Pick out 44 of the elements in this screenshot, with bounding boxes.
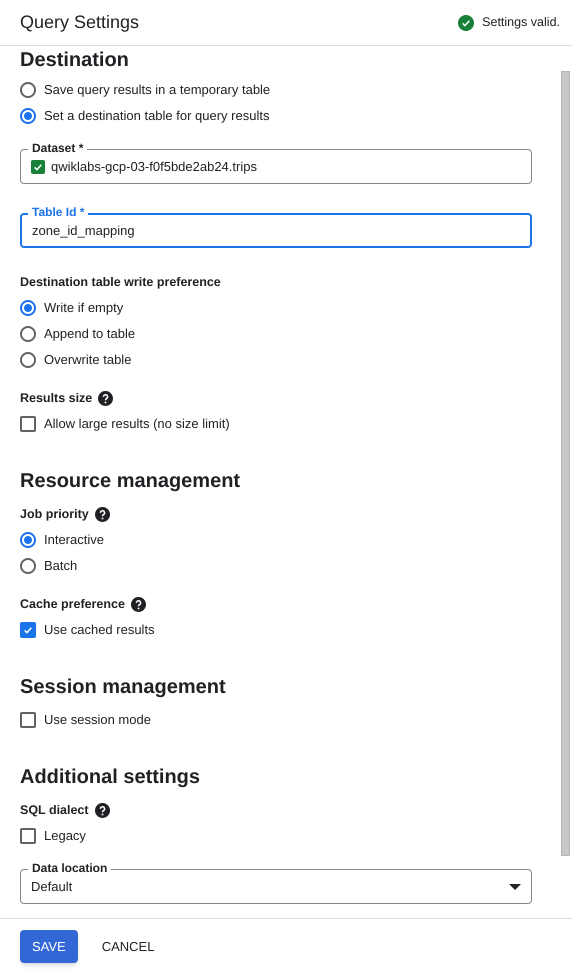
help-icon[interactable] — [130, 596, 146, 612]
group-label: SQL dialect — [20, 802, 89, 819]
dialog-title: Query Settings — [20, 11, 140, 34]
section-heading: Additional settings — [20, 765, 201, 790]
checkbox-option[interactable]: Allow large results (no size limit) — [20, 411, 230, 437]
radio-button[interactable] — [20, 108, 36, 124]
help-icon[interactable] — [94, 802, 110, 818]
radio-option[interactable]: Overwrite table — [20, 347, 132, 373]
save-button[interactable]: SAVE — [20, 930, 78, 963]
section-heading: Destination — [20, 48, 130, 73]
checkbox-option[interactable]: Use cached results — [20, 617, 155, 643]
radio-option[interactable]: Set a destination table for query results — [20, 103, 270, 129]
radio-button[interactable] — [20, 326, 36, 342]
field-value: Default — [31, 878, 72, 896]
section-heading: Session management — [20, 675, 227, 700]
radio-button[interactable] — [20, 558, 36, 574]
help-icon[interactable] — [98, 390, 114, 406]
checkbox[interactable] — [20, 622, 36, 638]
group-label: Destination table write preference — [20, 274, 221, 291]
help-icon[interactable] — [94, 506, 110, 522]
radio-option[interactable]: Batch — [20, 553, 78, 579]
checkbox[interactable] — [20, 416, 36, 432]
checkbox-option[interactable]: Legacy — [20, 823, 86, 849]
radio-button[interactable] — [20, 82, 36, 98]
radio-option[interactable]: Save query results in a temporary table — [20, 77, 270, 103]
checkbox-option[interactable]: Use session mode — [20, 707, 151, 733]
radio-button[interactable] — [20, 352, 36, 368]
radio-option[interactable]: Write if empty — [20, 295, 124, 321]
cancel-button[interactable]: CANCEL — [90, 930, 166, 963]
field-value: zone_id_mapping — [32, 222, 135, 240]
section-heading: Resource management — [20, 469, 242, 494]
caret-down-icon — [509, 884, 521, 890]
group-label: Cache preference — [20, 596, 125, 613]
radio-button[interactable] — [20, 300, 36, 316]
radio-option[interactable]: Append to table — [20, 321, 136, 347]
check-badge-icon — [31, 160, 45, 174]
radio-button[interactable] — [20, 532, 36, 548]
group-label: Job priority — [20, 506, 89, 523]
field-value: qwiklabs-gcp-03-f0f5bde2ab24.trips — [51, 158, 257, 176]
status-text: Settings valid. — [482, 14, 560, 32]
radio-option[interactable]: Interactive — [20, 527, 104, 553]
group-label: Results size — [20, 390, 92, 407]
checkbox[interactable] — [20, 712, 36, 728]
checkbox[interactable] — [20, 828, 36, 844]
